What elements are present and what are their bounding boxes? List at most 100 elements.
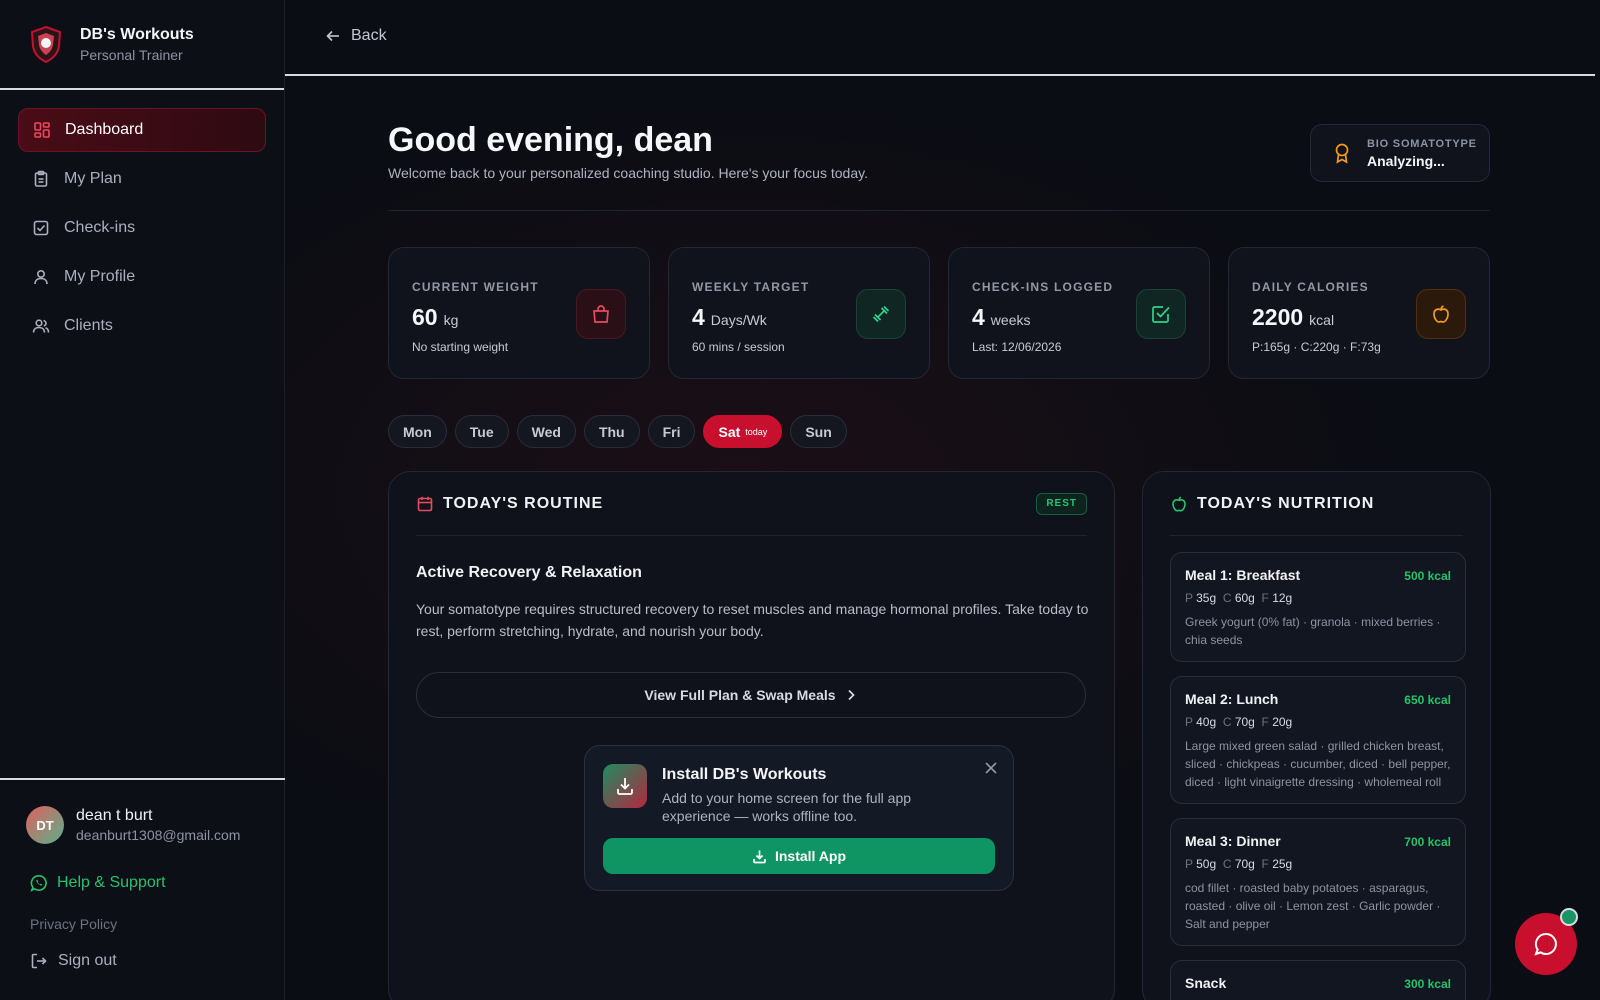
back-button[interactable]: Back: [325, 27, 387, 45]
stat-unit: kcal: [1309, 312, 1335, 328]
avatar: DT: [26, 806, 64, 844]
users-icon: [32, 317, 50, 335]
page-title: Good evening, dean: [388, 121, 713, 159]
routine-header: TODAY'S ROUTINE REST: [416, 472, 1087, 536]
meal-card[interactable]: Meal 3: Dinner 700 kcal P 50g C 70g F 25…: [1170, 818, 1466, 946]
meal-kcal: 300 kcal: [1404, 977, 1451, 991]
bio-somatotype-card[interactable]: BIO SOMATOTYPE Analyzing...: [1310, 124, 1490, 182]
stat-card-weekly-target: WEEKLY TARGET 4 Days/Wk 60 mins / sessio…: [668, 247, 930, 379]
privacy-policy-link[interactable]: Privacy Policy: [30, 916, 259, 932]
sidebar-item-clients[interactable]: Clients: [18, 304, 266, 348]
routine-title: TODAY'S ROUTINE: [443, 494, 604, 512]
clipboard-icon: [32, 170, 50, 188]
todays-routine-panel: TODAY'S ROUTINE REST Active Recovery & R…: [388, 471, 1115, 1000]
check-square-icon: [32, 219, 50, 237]
nutrition-title: TODAY'S NUTRITION: [1197, 494, 1375, 512]
main-content: Good evening, dean Welcome back to your …: [285, 77, 1595, 1000]
view-full-plan-button[interactable]: View Full Plan & Swap Meals: [416, 672, 1086, 718]
sidebar-item-my-plan[interactable]: My Plan: [18, 157, 266, 201]
day-tab-sat[interactable]: Sat today: [703, 415, 783, 448]
routine-description: Your somatotype requires structured reco…: [416, 601, 1089, 639]
meal-card[interactable]: Meal 1: Breakfast 500 kcal P 35g C 60g F…: [1170, 552, 1466, 662]
check-square-icon: [1136, 289, 1186, 339]
sidebar-item-check-ins[interactable]: Check-ins: [18, 206, 266, 250]
meal-items: Greek yogurt (0% fat) · granola · mixed …: [1185, 615, 1441, 647]
day-tab-mon[interactable]: Mon: [388, 415, 447, 448]
install-app-prompt: Install DB's Workouts Add to your home s…: [584, 745, 1014, 891]
meal-items: Large mixed green salad · grilled chicke…: [1185, 739, 1451, 789]
chat-bubble-icon: [1534, 932, 1557, 956]
stat-unit: kg: [443, 312, 459, 328]
grid-icon: [33, 121, 51, 139]
meal-name: Snack: [1185, 975, 1227, 991]
apple-icon: [1416, 289, 1466, 339]
chevron-right-icon: [844, 688, 858, 702]
user-card[interactable]: DT dean t burt deanburt1308@gmail.com: [26, 806, 259, 844]
sidebar-item-dashboard[interactable]: Dashboard: [18, 108, 266, 152]
nutrition-header: TODAY'S NUTRITION: [1170, 472, 1463, 536]
stat-card-daily-calories: DAILY CALORIES 2200 kcal P:165g · C:220g…: [1228, 247, 1490, 379]
day-tab-sun[interactable]: Sun: [790, 415, 847, 448]
meal-card[interactable]: Meal 2: Lunch 650 kcal P 40g C 70g F 20g…: [1170, 676, 1466, 804]
divider: [388, 210, 1490, 211]
shield-logo-icon: [26, 24, 66, 64]
stat-value: 60: [412, 304, 438, 330]
day-tab-wed[interactable]: Wed: [516, 415, 576, 448]
stat-subtext: 60 mins / session: [692, 340, 785, 354]
whatsapp-icon: [30, 874, 48, 892]
user-email: deanburt1308@gmail.com: [76, 827, 241, 843]
sidebar-item-label: Clients: [64, 317, 113, 334]
sign-out-label: Sign out: [58, 952, 117, 969]
meal-items: cod fillet · roasted baby potatoes · asp…: [1185, 881, 1441, 931]
meal-macros: P 50g C 70g F 25g: [1185, 857, 1293, 871]
brand[interactable]: DB's Workouts Personal Trainer: [0, 0, 284, 90]
install-app-button[interactable]: Install App: [603, 838, 995, 874]
bio-label: BIO SOMATOTYPE: [1367, 137, 1477, 150]
award-icon: [1331, 142, 1353, 164]
install-description: Add to your home screen for the full app…: [662, 790, 912, 824]
meal-name: Meal 2: Lunch: [1185, 691, 1279, 707]
stat-subtext: No starting weight: [412, 340, 509, 354]
stat-unit: Days/Wk: [710, 312, 767, 328]
sidebar-item-label: Check-ins: [64, 219, 136, 236]
help-support-link[interactable]: Help & Support: [30, 874, 259, 892]
logout-icon: [30, 952, 48, 970]
stat-card-check-ins: CHECK-INS LOGGED 4 weeks Last: 12/06/202…: [948, 247, 1210, 379]
sidebar-item-label: My Profile: [64, 268, 136, 285]
install-title: Install DB's Workouts: [662, 766, 827, 783]
online-indicator: [1560, 908, 1578, 926]
sidebar-item-label: Dashboard: [65, 121, 144, 138]
sidebar-footer: DT dean t burt deanburt1308@gmail.com He…: [0, 778, 285, 1000]
meal-kcal: 500 kcal: [1404, 569, 1451, 583]
day-tab-thu[interactable]: Thu: [583, 415, 640, 448]
meal-macros: P 40g C 70g F 20g: [1185, 715, 1293, 729]
meal-macros: P 35g C 60g F 12g: [1185, 591, 1293, 605]
close-icon[interactable]: [983, 760, 999, 776]
meal-kcal: 700 kcal: [1404, 835, 1451, 849]
bag-icon: [576, 289, 626, 339]
stat-unit: weeks: [990, 312, 1031, 328]
routine-heading: Active Recovery & Relaxation: [416, 564, 642, 581]
page-subtitle: Welcome back to your personalized coachi…: [388, 165, 868, 181]
view-full-plan-label: View Full Plan & Swap Meals: [644, 687, 836, 703]
day-tab-tue[interactable]: Tue: [454, 415, 509, 448]
meal-card[interactable]: Snack 300 kcal: [1170, 960, 1466, 1000]
install-app-label: Install App: [774, 848, 847, 864]
sidebar-item-my-profile[interactable]: My Profile: [18, 255, 266, 299]
download-icon: [603, 764, 647, 808]
stat-value: 4: [692, 304, 705, 330]
topbar: Back: [285, 0, 1595, 76]
sign-out-button[interactable]: Sign out: [30, 952, 259, 970]
stat-subtext: P:165g · C:220g · F:73g: [1252, 340, 1381, 354]
calendar-icon: [416, 495, 434, 513]
dumbbell-icon: [856, 289, 906, 339]
meal-name: Meal 1: Breakfast: [1185, 567, 1301, 583]
day-tab-fri[interactable]: Fri: [647, 415, 696, 448]
stat-card-current-weight: CURRENT WEIGHT 60 kg No starting weight: [388, 247, 650, 379]
brand-subtitle: Personal Trainer: [80, 46, 183, 63]
stat-value: 2200: [1252, 304, 1304, 330]
status-badge: REST: [1036, 492, 1087, 515]
day-tab-label: Sat: [718, 423, 741, 440]
day-selector: Mon Tue Wed Thu Fri Sat today Sun: [388, 415, 847, 448]
user-icon: [32, 268, 50, 286]
